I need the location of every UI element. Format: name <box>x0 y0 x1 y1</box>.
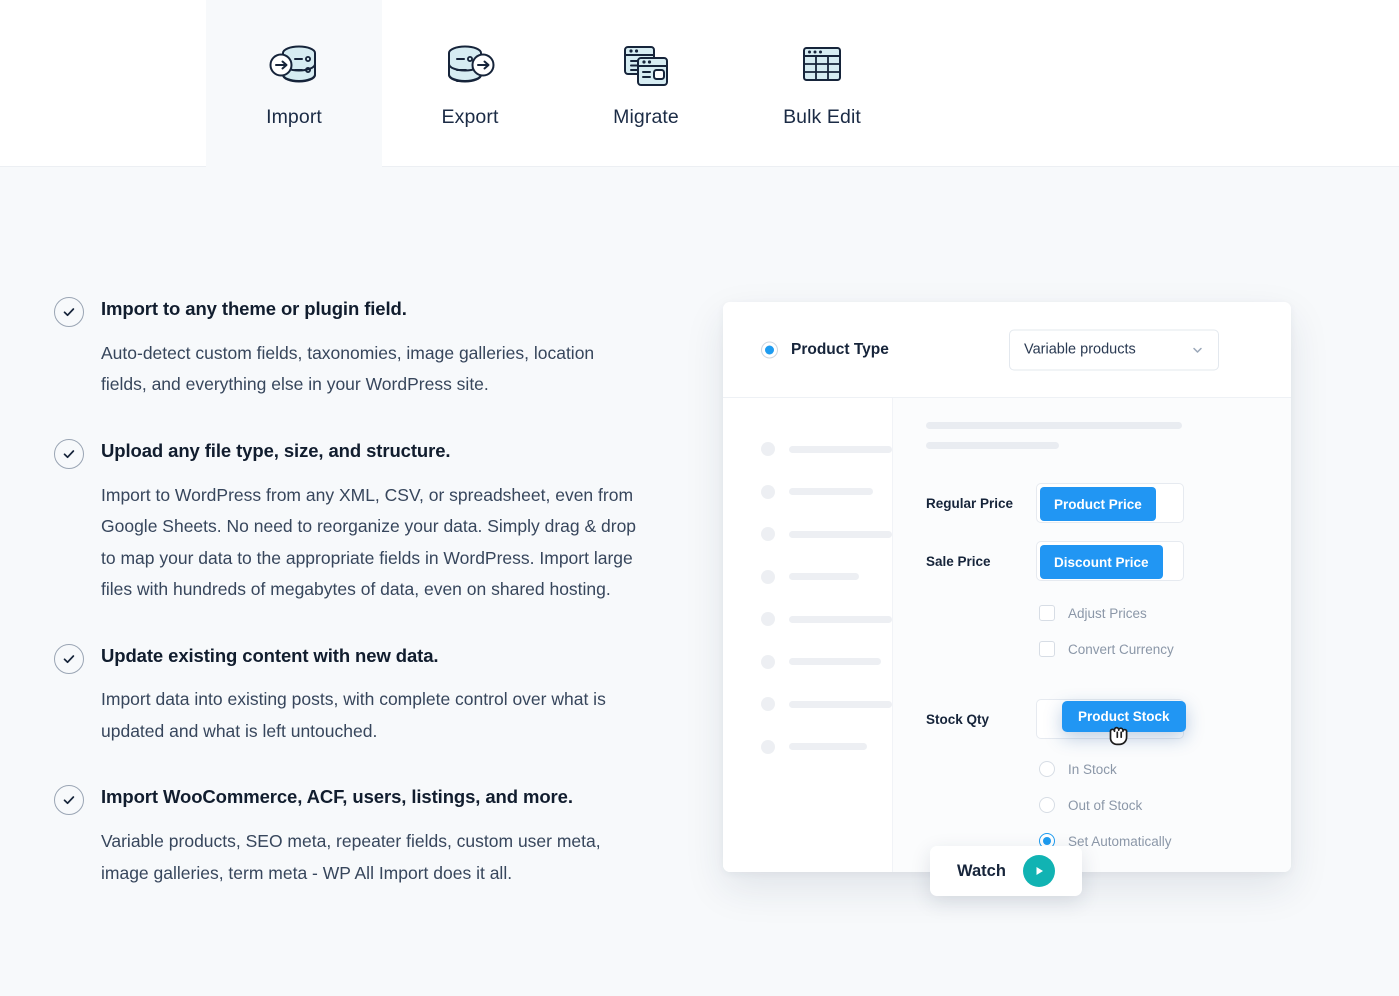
skeleton-row <box>723 726 892 769</box>
check-circle-icon <box>54 297 84 327</box>
product-tab-bar: Import Export Migrate Bulk Edit <box>0 0 1399 167</box>
regular-price-input[interactable]: Product Price <box>1036 483 1184 523</box>
database-export-icon <box>442 36 498 92</box>
regular-price-row: Regular Price Product Price <box>926 483 1291 523</box>
skeleton-row <box>723 428 892 471</box>
product-type-radio[interactable] <box>761 341 778 358</box>
convert-currency-checkbox[interactable] <box>1039 641 1055 657</box>
skeleton-bar <box>789 530 892 538</box>
convert-currency-row[interactable]: Convert Currency <box>1039 631 1291 667</box>
watch-label: Watch <box>957 861 1006 880</box>
in-stock-label: In Stock <box>1068 761 1117 777</box>
out-of-stock-label: Out of Stock <box>1068 797 1143 813</box>
check-circle-icon <box>54 438 84 469</box>
tab-migrate-label: Migrate <box>613 106 679 128</box>
product-price-chip[interactable]: Product Price <box>1040 487 1156 521</box>
feature-body: Import to WordPress from any XML, CSV, o… <box>101 484 637 600</box>
skeleton-row <box>723 683 892 726</box>
chevron-down-icon <box>1191 343 1204 356</box>
mockup-content-panel: Regular Price Product Price Sale Price D… <box>893 398 1291 872</box>
feature-title: Import to any theme or plugin field. <box>101 298 407 319</box>
content-skeleton-bar <box>926 422 1182 429</box>
adjust-prices-row[interactable]: Adjust Prices <box>1039 595 1291 631</box>
tab-list: Import Export Migrate Bulk Edit <box>206 0 910 167</box>
feature-body: Variable products, SEO meta, repeater fi… <box>101 831 601 883</box>
set-automatically-label: Set Automatically <box>1068 833 1172 849</box>
skeleton-row <box>723 598 892 641</box>
product-type-label: Product Type <box>791 340 889 358</box>
tab-export[interactable]: Export <box>382 0 558 167</box>
product-mapping-mockup-card: Product Type Variable products Regular P… <box>723 302 1291 872</box>
tab-export-label: Export <box>441 106 499 128</box>
content-skeleton-bar <box>926 442 1059 449</box>
play-circle-icon[interactable] <box>1022 855 1055 887</box>
skeleton-bar <box>789 658 881 666</box>
feature-item: Import to any theme or plugin field. Aut… <box>54 295 654 401</box>
mockup-sidebar-skeleton <box>723 398 893 872</box>
in-stock-radio[interactable] <box>1039 761 1055 777</box>
skeleton-bar <box>789 573 859 581</box>
skeleton-bar <box>789 445 892 453</box>
check-circle-icon <box>54 785 84 816</box>
adjust-prices-label: Adjust Prices <box>1068 605 1147 621</box>
skeleton-dot <box>761 569 775 584</box>
feature-item: Import WooCommerce, ACF, users, listings… <box>54 783 654 889</box>
tab-bulk-edit[interactable]: Bulk Edit <box>734 0 910 167</box>
skeleton-bar <box>789 488 873 496</box>
skeleton-dot <box>761 612 775 627</box>
convert-currency-label: Convert Currency <box>1068 641 1174 657</box>
product-type-select-value: Variable products <box>1024 341 1136 358</box>
mockup-body: Regular Price Product Price Sale Price D… <box>723 398 1291 872</box>
skeleton-dot <box>761 739 775 754</box>
windows-migrate-icon <box>618 36 674 92</box>
feature-list: Import to any theme or plugin field. Aut… <box>54 295 654 889</box>
skeleton-row <box>723 471 892 514</box>
feature-body: Auto-detect custom fields, taxonomies, i… <box>101 342 595 395</box>
feature-title: Upload any file type, size, and structur… <box>101 439 451 461</box>
stock-qty-label: Stock Qty <box>926 711 990 727</box>
feature-title: Import WooCommerce, ACF, users, listings… <box>101 786 573 808</box>
sale-price-input[interactable]: Discount Price <box>1036 541 1184 581</box>
skeleton-dot <box>761 527 775 542</box>
in-stock-row[interactable]: In Stock <box>1039 751 1291 787</box>
database-import-icon <box>266 36 322 92</box>
skeleton-dot <box>761 442 775 457</box>
skeleton-dot <box>761 697 775 712</box>
tab-import-label: Import <box>266 106 322 128</box>
out-of-stock-radio[interactable] <box>1039 797 1055 813</box>
skeleton-row <box>723 556 892 599</box>
feature-item: Upload any file type, size, and structur… <box>54 437 654 606</box>
watch-video-button[interactable]: Watch <box>930 846 1082 896</box>
tab-import[interactable]: Import <box>206 0 382 167</box>
out-of-stock-row[interactable]: Out of Stock <box>1039 787 1291 823</box>
product-stock-dragging-chip[interactable]: Product Stock <box>1062 701 1186 732</box>
feature-title: Update existing content with new data. <box>101 644 439 666</box>
skeleton-bar <box>789 615 892 623</box>
adjust-prices-checkbox[interactable] <box>1039 605 1055 621</box>
skeleton-bar <box>789 700 892 708</box>
skeleton-dot <box>761 484 775 499</box>
feature-body: Import data into existing posts, with co… <box>101 689 606 741</box>
sale-price-label: Sale Price <box>926 553 991 569</box>
skeleton-dot <box>761 654 775 669</box>
mockup-header: Product Type Variable products <box>723 302 1291 398</box>
skeleton-row <box>723 513 892 556</box>
table-grid-icon <box>794 36 850 92</box>
product-type-select[interactable]: Variable products <box>1009 329 1219 370</box>
skeleton-row <box>723 641 892 684</box>
regular-price-label: Regular Price <box>926 495 1014 511</box>
discount-price-chip[interactable]: Discount Price <box>1040 545 1163 579</box>
sale-price-row: Sale Price Discount Price <box>926 541 1291 581</box>
main-section: Import to any theme or plugin field. Aut… <box>0 167 1399 996</box>
check-circle-icon <box>54 643 84 674</box>
tab-migrate[interactable]: Migrate <box>558 0 734 167</box>
page-root: Import Export Migrate Bulk Edit Import t… <box>0 0 1399 996</box>
feature-item: Update existing content with new data. I… <box>54 642 654 748</box>
tab-bulk-edit-label: Bulk Edit <box>783 106 861 128</box>
skeleton-bar <box>789 743 867 751</box>
